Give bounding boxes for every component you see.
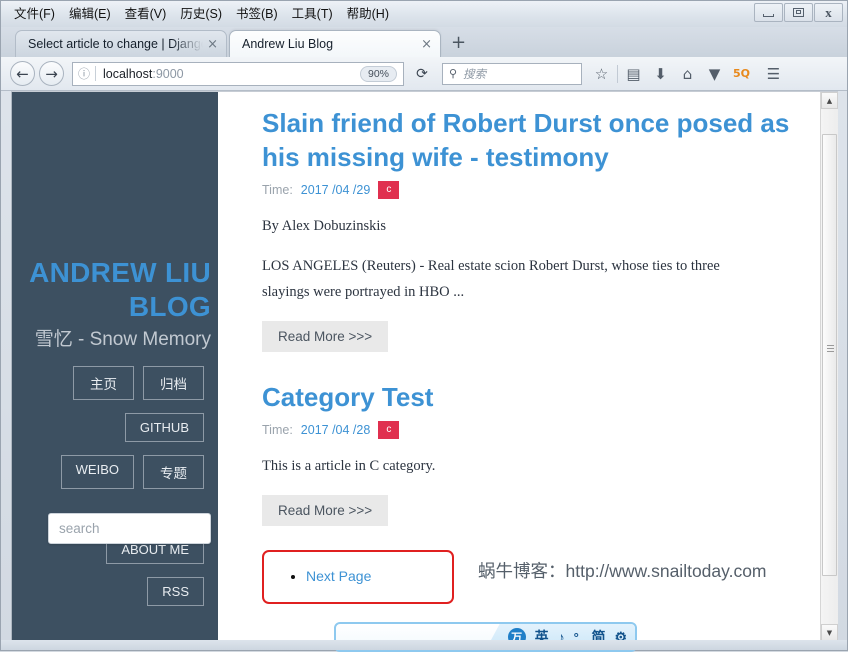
post-title[interactable]: Category Test xyxy=(262,380,790,414)
menu-view[interactable]: 查看(V) xyxy=(118,3,174,25)
post-time-label: Time: xyxy=(262,183,293,197)
read-more-button[interactable]: Read More >>> xyxy=(262,321,389,352)
reload-button[interactable]: ⟳ xyxy=(410,62,434,86)
pagination-box: Next Page xyxy=(262,550,454,604)
minimize-button[interactable] xyxy=(754,3,783,22)
tab-strip: Select article to change | Django × Andr… xyxy=(1,27,847,57)
tab-close-icon[interactable]: × xyxy=(207,38,218,51)
menu-help[interactable]: 帮助(H) xyxy=(340,3,396,25)
tab-title: Andrew Liu Blog xyxy=(242,37,334,51)
scrollbar-thumb[interactable] xyxy=(822,134,837,576)
menu-bookmarks[interactable]: 书签(B) xyxy=(229,3,285,25)
sidebar-item-rss[interactable]: RSS xyxy=(147,577,204,606)
post-item: Category Test Time: 2017 /04 /28 c This … xyxy=(262,380,790,526)
forward-button[interactable]: → xyxy=(39,61,64,86)
sidebar-item-github[interactable]: GITHUB xyxy=(124,413,204,442)
pocket-icon[interactable]: ▼ xyxy=(701,60,728,87)
page-viewport: ANDREW LIU BLOG 雪忆 - Snow Memory 主页 归档 G… xyxy=(11,91,838,640)
search-placeholder: 搜索 xyxy=(463,68,486,81)
menu-bar: 文件(F) 编辑(E) 查看(V) 历史(S) 书签(B) 工具(T) 帮助(H… xyxy=(7,3,396,25)
read-more-button[interactable]: Read More >>> xyxy=(262,495,389,526)
sidebar-nav-row-1: 主页 归档 xyxy=(12,366,211,400)
sidebar-item-home[interactable]: 主页 xyxy=(73,366,134,400)
blog-sidebar: ANDREW LIU BLOG 雪忆 - Snow Memory 主页 归档 G… xyxy=(12,92,218,640)
sidebar-item-archive[interactable]: 归档 xyxy=(143,366,204,400)
reader-list-icon[interactable]: ▤ xyxy=(620,60,647,87)
watermark-text: 蜗牛博客：http://www.snailtoday.com xyxy=(478,561,767,581)
back-button[interactable]: ← xyxy=(10,61,35,86)
tab-django-admin[interactable]: Select article to change | Django × xyxy=(15,30,227,57)
post-category-badge[interactable]: c xyxy=(378,181,400,199)
page-scrollbar[interactable]: ▲ ▼ xyxy=(820,92,838,640)
url-text: localhost:9000 xyxy=(96,67,360,81)
blog-subtitle: 雪忆 - Snow Memory xyxy=(34,329,211,350)
sidebar-nav-row-2: GITHUB xyxy=(12,413,211,442)
post-title[interactable]: Slain friend of Robert Durst once posed … xyxy=(262,106,790,174)
search-icon: ⚲ xyxy=(448,67,458,80)
post-list: Slain friend of Robert Durst once posed … xyxy=(218,92,820,640)
scroll-up-arrow-icon[interactable]: ▲ xyxy=(821,92,838,109)
home-icon[interactable]: ⌂ xyxy=(674,60,701,87)
menu-file[interactable]: 文件(F) xyxy=(7,3,62,25)
post-meta: Time: 2017 /04 /28 c xyxy=(262,421,790,439)
post-category-badge[interactable]: c xyxy=(378,421,400,439)
post-item: Slain friend of Robert Durst once posed … xyxy=(262,106,790,352)
menu-edit[interactable]: 编辑(E) xyxy=(62,3,118,25)
post-body: This is a article in C category. xyxy=(262,453,762,479)
url-port: :9000 xyxy=(152,66,184,81)
minimize-icon xyxy=(763,13,774,17)
list-item: Next Page xyxy=(306,568,452,586)
hamburger-menu-icon[interactable]: ☰ xyxy=(760,60,787,87)
maximize-icon xyxy=(793,8,804,17)
next-page-link[interactable]: Next Page xyxy=(306,568,371,584)
post-paragraph: This is a article in C category. xyxy=(262,458,436,474)
post-time-label: Time: xyxy=(262,423,293,437)
new-tab-button[interactable]: + xyxy=(451,34,466,52)
post-date: 2017 /04 /29 xyxy=(300,183,371,197)
post-paragraph: LOS ANGELES (Reuters) - Real estate scio… xyxy=(262,258,720,300)
navigation-toolbar: ← → ⓘ localhost:9000 90% ⟳ ⚲ 搜索 ☆ ▤ ⬇ ⌂ … xyxy=(1,57,847,91)
tab-close-icon[interactable]: × xyxy=(421,38,432,51)
tab-andrew-liu-blog[interactable]: Andrew Liu Blog × xyxy=(229,30,441,57)
menu-tools[interactable]: 工具(T) xyxy=(285,3,340,25)
post-date: 2017 /04 /28 xyxy=(300,423,371,437)
url-host: localhost xyxy=(103,66,153,81)
sidebar-item-topics[interactable]: 专题 xyxy=(143,455,204,489)
browser-window: 文件(F) 编辑(E) 查看(V) 历史(S) 书签(B) 工具(T) 帮助(H… xyxy=(0,0,848,652)
blog-title: ANDREW LIU BLOG xyxy=(29,257,211,322)
sidebar-nav-row-5: RSS xyxy=(12,577,211,606)
post-meta: Time: 2017 /04 /29 c xyxy=(262,181,790,199)
window-controls: x xyxy=(753,3,843,22)
address-bar[interactable]: ⓘ localhost:9000 90% xyxy=(72,61,404,86)
close-button[interactable]: x xyxy=(814,3,843,22)
post-paragraph: By Alex Dobuzinskis xyxy=(262,218,387,234)
maximize-button[interactable] xyxy=(784,3,813,22)
scrollbar-grip-icon xyxy=(827,345,834,352)
window-bottom-strip xyxy=(1,640,847,650)
addon-5q-icon[interactable]: 5Q xyxy=(728,60,755,87)
toolbar-separator xyxy=(617,64,618,83)
bookmark-star-icon[interactable]: ☆ xyxy=(588,60,615,87)
site-identity-icon[interactable]: ⓘ xyxy=(73,65,95,82)
post-body: By Alex Dobuzinskis LOS ANGELES (Reuters… xyxy=(262,213,762,305)
search-bar[interactable]: ⚲ 搜索 xyxy=(442,62,582,85)
pagination-list: Next Page xyxy=(290,568,452,586)
sidebar-nav-row-3: WEIBO 专题 xyxy=(12,455,211,489)
menu-history[interactable]: 历史(S) xyxy=(173,3,229,25)
tab-title: Select article to change | Django xyxy=(28,37,204,51)
title-bar: 文件(F) 编辑(E) 查看(V) 历史(S) 书签(B) 工具(T) 帮助(H… xyxy=(1,1,847,27)
downloads-icon[interactable]: ⬇ xyxy=(647,60,674,87)
close-icon: x xyxy=(825,4,832,20)
sidebar-item-weibo[interactable]: WEIBO xyxy=(60,455,134,489)
zoom-level-badge[interactable]: 90% xyxy=(359,65,397,82)
sidebar-search-placeholder: search xyxy=(59,521,100,536)
sidebar-search-input[interactable]: search xyxy=(48,513,211,544)
scroll-down-arrow-icon[interactable]: ▼ xyxy=(821,624,838,640)
